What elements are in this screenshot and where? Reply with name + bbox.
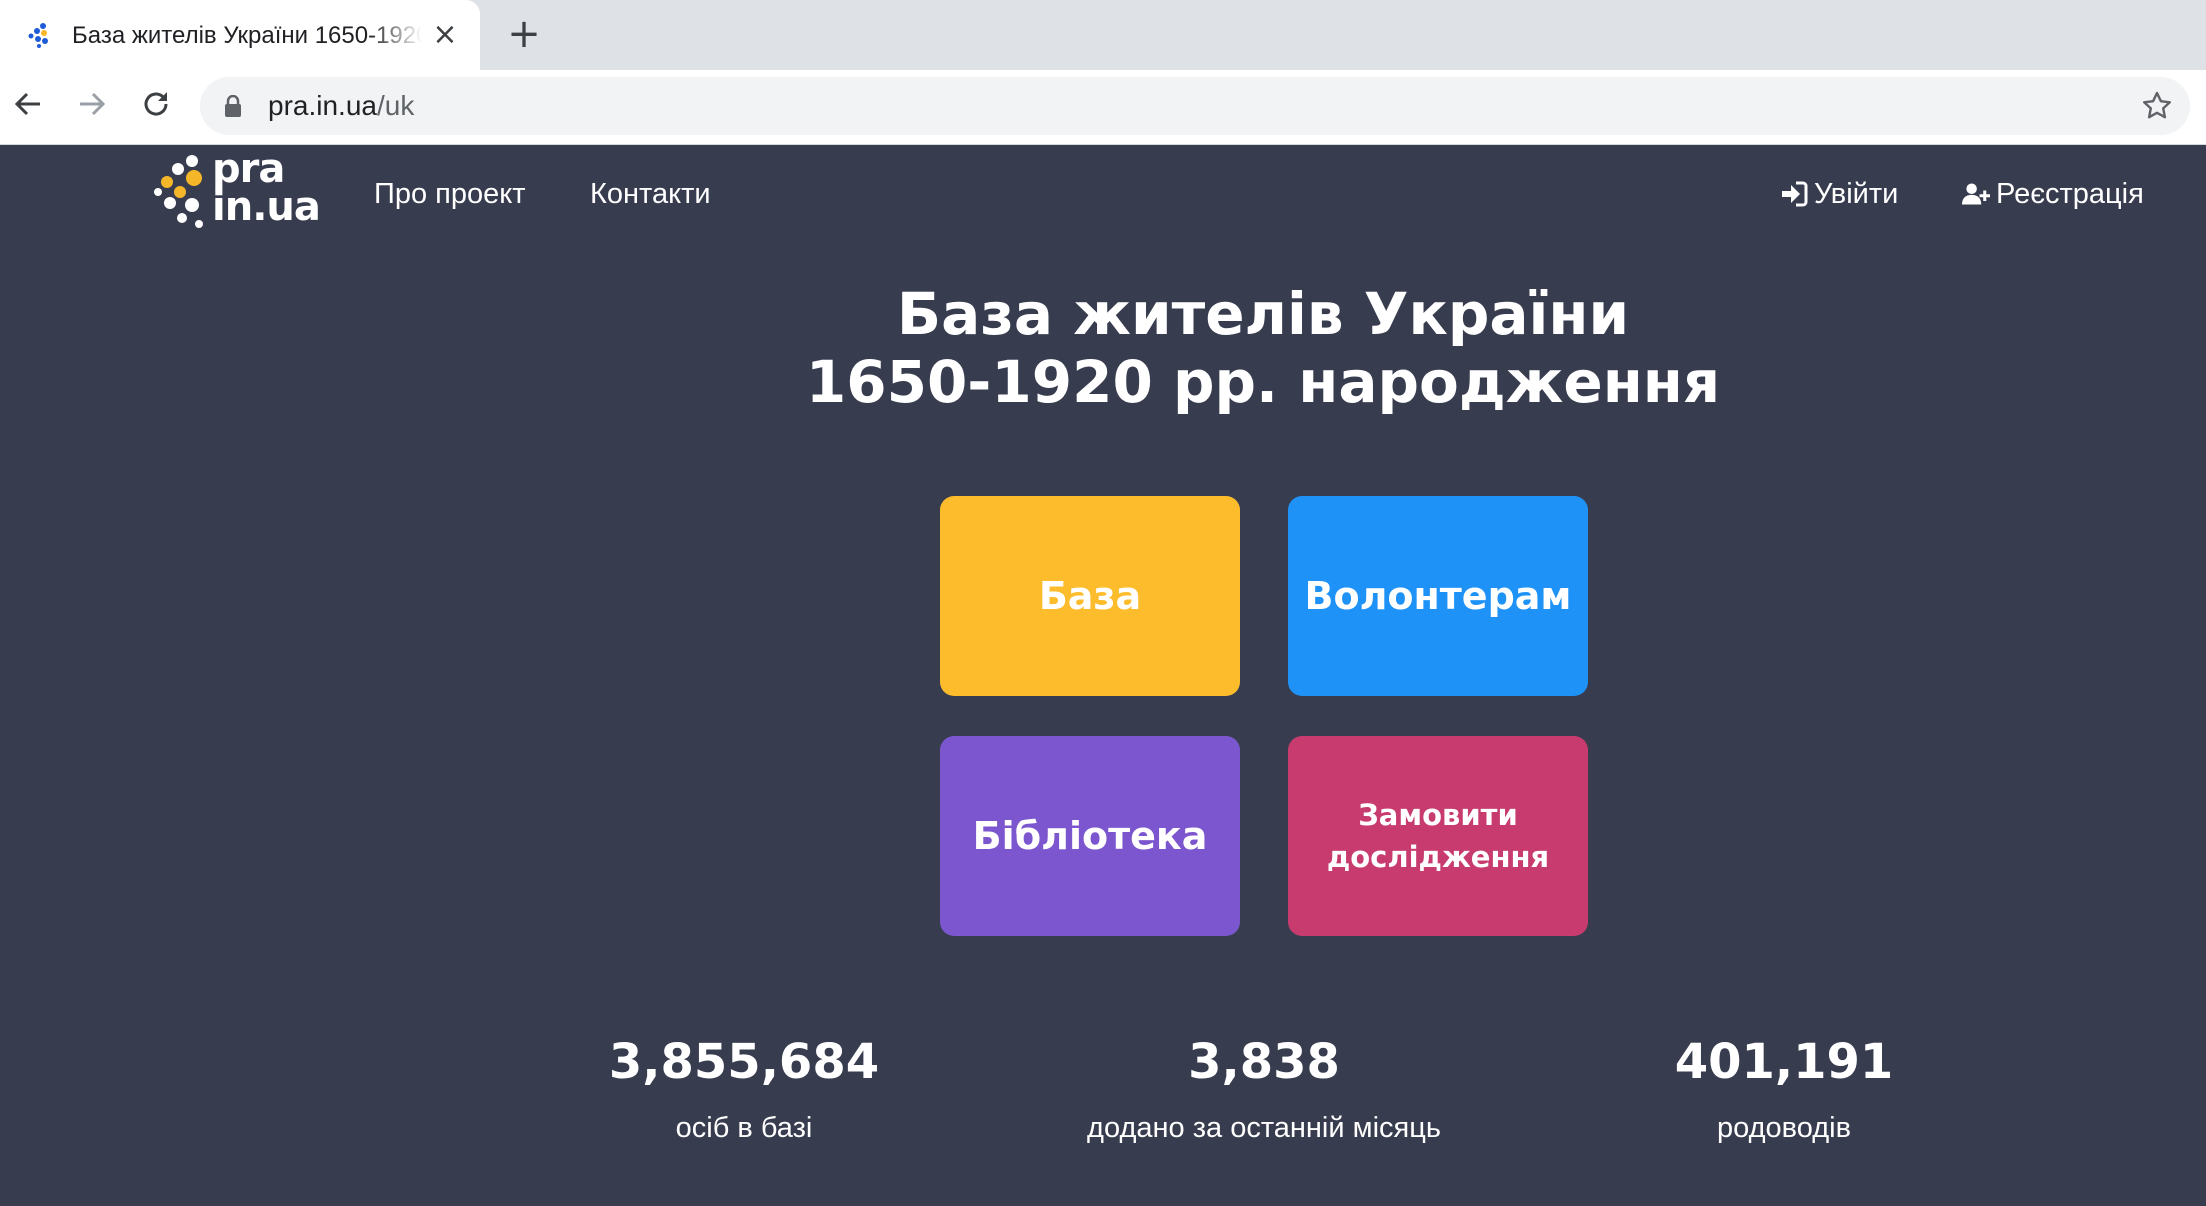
stat-persons-value: 3,855,684 [608,1034,880,1090]
register-label: Реєстрація [1996,178,2144,210]
logo-text-line1: pra [212,146,285,192]
tile-database-button[interactable]: База [940,496,1240,696]
stat-persons: 3,855,684 осіб в базі [494,1030,994,1146]
stat-added-value: 3,838 [1188,1034,1340,1090]
tile-order-research-label-line1: Замовити [1358,798,1518,832]
browser-toolbar: pra.in.ua/uk [0,70,2206,145]
page-title-line2: 1650-1920 рр. народження [805,348,1721,416]
tile-volunteers-label: Волонтерам [1304,574,1572,618]
login-label: Увійти [1814,178,1899,210]
browser-tab-active[interactable]: База жителів України 1650-1920 рр. народ… [0,0,480,70]
tile-library-button[interactable]: Бібліотека [940,736,1240,936]
page-title-line1: База жителів України [896,280,1630,348]
tile-database-label: База [1038,574,1142,618]
tile-order-research-label-line2: дослідження [1326,840,1550,874]
nav-link-about[interactable]: Про проект [374,176,526,212]
logo-text: pra in.ua [212,146,332,230]
sign-in-icon [1782,181,1808,207]
lock-icon[interactable] [224,94,242,117]
site-logo[interactable]: pra in.ua [152,149,322,234]
back-arrow-icon[interactable] [8,84,48,124]
tile-volunteers-button[interactable]: Волонтерам [1288,496,1588,696]
stat-pedigrees: 401,191 родоводів [1534,1030,2034,1146]
stat-persons-label: осіб в базі [675,1112,813,1144]
login-link[interactable]: Увійти [1780,176,1898,212]
stat-pedigrees-label: родоводів [1716,1112,1851,1144]
url-host: pra.in.ua [268,90,377,121]
stat-added-label: додано за останній місяць [1087,1112,1441,1144]
address-bar[interactable]: pra.in.ua/uk [200,77,2190,135]
stat-pedigrees-value: 401,191 [1674,1034,1894,1090]
register-link[interactable]: Реєстрація [1962,176,2144,212]
url-text[interactable]: pra.in.ua/uk [268,90,414,122]
tab-title: База жителів України 1650-1920 рр. народ… [72,22,422,49]
url-path: /uk [376,90,415,121]
logo-text-line2: in.ua [212,184,321,230]
reload-icon[interactable] [136,84,176,124]
nav-link-contacts[interactable]: Контакти [590,176,711,212]
new-tab-button[interactable]: + [506,14,542,54]
user-plus-icon [1962,183,1990,205]
forward-arrow-icon[interactable] [72,84,112,124]
tile-library-label: Бібліотека [972,814,1208,858]
browser-tabstrip: База жителів України 1650-1920 рр. народ… [0,0,2206,70]
tab-close-icon[interactable]: × [430,20,460,50]
page-title: База жителів України 1650-1920 рр. народ… [0,280,2206,416]
site-favicon-icon [26,22,52,48]
tile-order-research-button[interactable]: Замовити дослідження [1288,736,1588,936]
bookmark-star-icon[interactable] [2142,91,2172,121]
stat-added-last-month: 3,838 додано за останній місяць [1014,1030,1514,1146]
